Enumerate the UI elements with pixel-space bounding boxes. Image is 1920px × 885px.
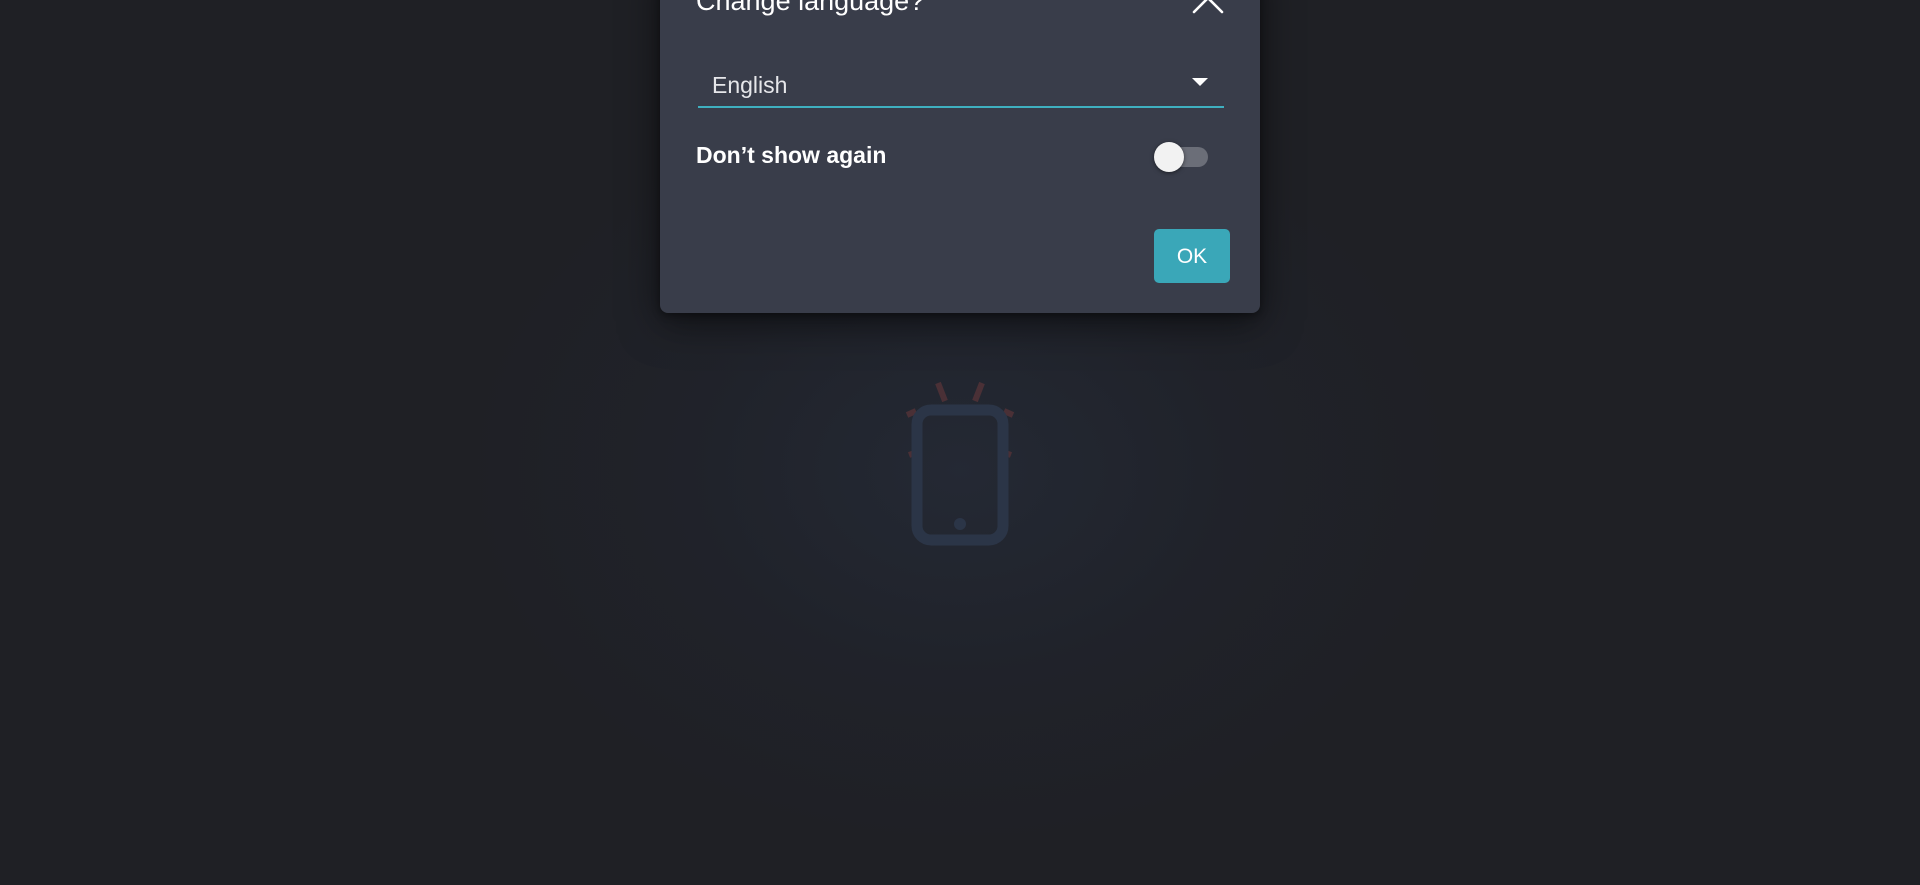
ok-button[interactable]: OK [1154, 229, 1230, 283]
toggle-thumb [1154, 142, 1184, 172]
page: Change language? English Don’t show agai… [0, 0, 1920, 885]
change-language-dialog: Change language? English Don’t show agai… [660, 0, 1260, 313]
caret-down-icon [1192, 78, 1208, 86]
language-select[interactable]: English [698, 64, 1224, 108]
language-select-value: English [712, 72, 788, 98]
close-button[interactable] [1188, 0, 1228, 26]
dont-show-again-label: Don’t show again [696, 142, 887, 168]
dialog-title: Change language? [696, 0, 925, 16]
chevron-up-icon [1192, 0, 1224, 14]
dont-show-again-toggle[interactable] [1154, 140, 1210, 172]
phone-ringing-icon [905, 381, 1015, 546]
